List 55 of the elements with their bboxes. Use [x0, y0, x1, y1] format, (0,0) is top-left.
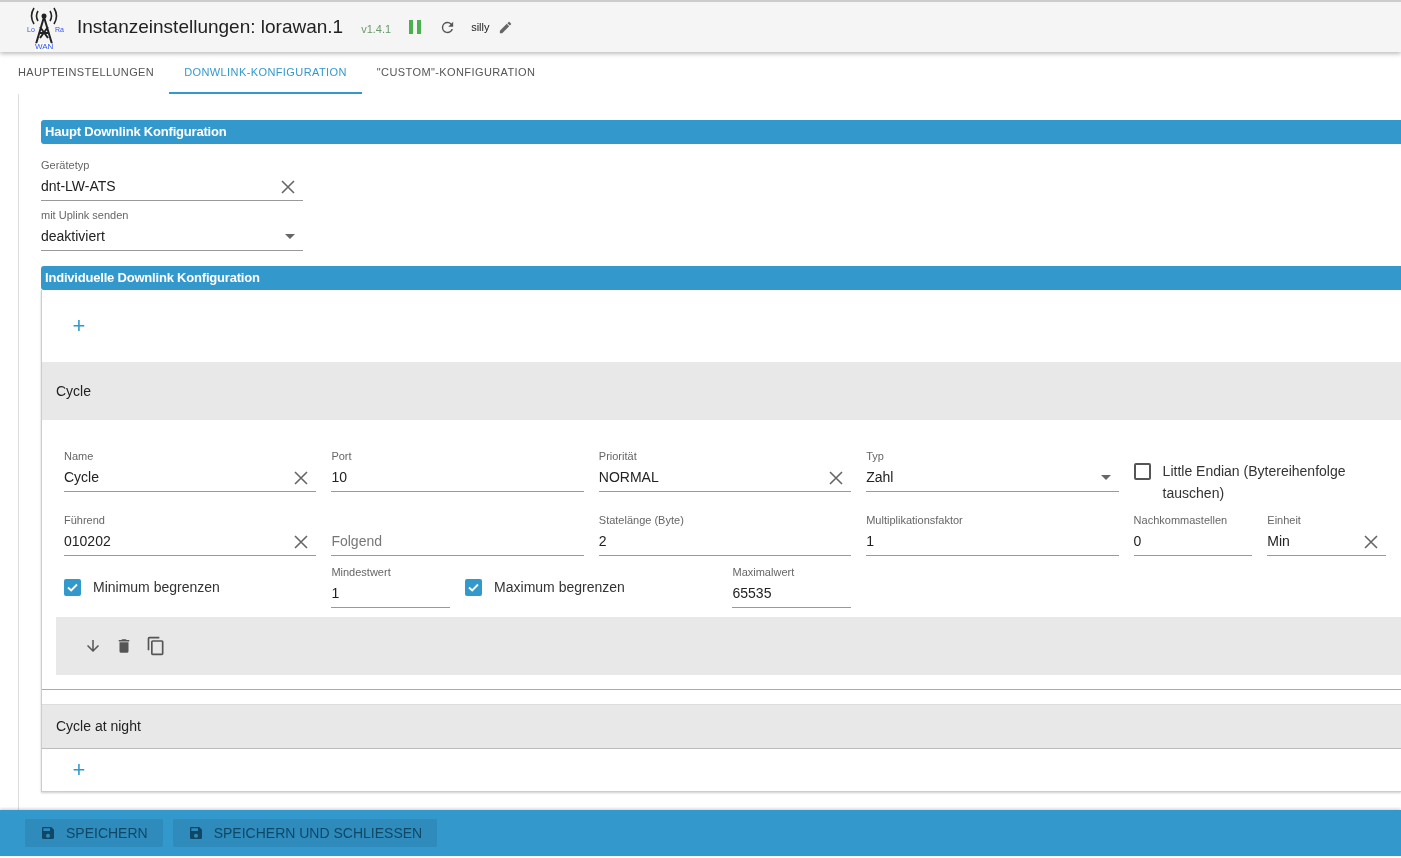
- input-field[interactable]: Cycle: [64, 463, 317, 492]
- input-field[interactable]: dnt-LW-ATS: [41, 172, 303, 201]
- checkbox-label: Maximum begrenzen: [494, 578, 625, 597]
- field-label: Name: [64, 449, 94, 463]
- field-label: Gerätetyp: [41, 158, 90, 172]
- clear-icon[interactable]: [294, 471, 309, 485]
- field-label: Maximalwert: [732, 565, 795, 579]
- tab[interactable]: "CUSTOM"-KONFIGURATION: [361, 52, 551, 94]
- pencil-icon[interactable]: [497, 19, 513, 35]
- field-label: Mindestwert: [331, 565, 391, 579]
- arrow-down-icon[interactable]: [84, 637, 102, 655]
- window-title: Instanzeinstellungen: lorawan.1: [77, 14, 344, 39]
- tab[interactable]: HAUPTEINSTELLUNGEN: [3, 52, 170, 94]
- copy-icon[interactable]: [146, 635, 166, 657]
- input-field[interactable]: NORMAL: [598, 463, 852, 492]
- caret-icon: [285, 234, 295, 239]
- clear-icon[interactable]: [829, 471, 844, 485]
- version-label: v1.4.1: [361, 21, 392, 37]
- select-field[interactable]: deaktiviert: [41, 222, 303, 251]
- field-label: Einheit: [1267, 513, 1301, 527]
- input-field[interactable]: Min: [1267, 527, 1386, 556]
- input-field[interactable]: 10: [331, 463, 584, 492]
- checkbox[interactable]: [465, 579, 483, 596]
- input-field[interactable]: 2: [598, 527, 852, 556]
- clear-icon[interactable]: [281, 180, 295, 194]
- field-label: Nachkommastellen: [1133, 513, 1228, 527]
- input-field[interactable]: Folgend: [331, 527, 584, 556]
- input-field[interactable]: 1: [331, 579, 451, 608]
- caret-icon: [1100, 475, 1111, 480]
- section-header: Individuelle Downlink Konfiguration: [41, 266, 1401, 290]
- checkmark-icon: [467, 581, 481, 594]
- clear-icon[interactable]: [294, 535, 309, 549]
- checkbox-label: Little Endian (Bytereihenfolge tauschen): [1162, 462, 1347, 503]
- input-field[interactable]: 0: [1133, 527, 1253, 556]
- select-field[interactable]: Zahl: [866, 463, 1119, 492]
- field-label: Statelänge (Byte): [598, 513, 684, 527]
- field-label: Port: [331, 449, 352, 463]
- input-field[interactable]: 65535: [732, 579, 852, 608]
- field-label: mit Uplink senden: [41, 208, 129, 222]
- pause-icon[interactable]: [409, 20, 422, 34]
- checkbox[interactable]: [64, 579, 81, 596]
- item-header[interactable]: Cycle at night: [42, 705, 1401, 749]
- section-header: Haupt Downlink Konfiguration: [41, 120, 1401, 144]
- field-label: Führend: [64, 513, 105, 527]
- checkbox-label: Minimum begrenzen: [93, 578, 220, 597]
- field-label: Multiplikationsfaktor: [866, 513, 963, 527]
- checkmark-icon: [66, 581, 79, 594]
- item-header[interactable]: Cycle: [42, 362, 1401, 420]
- input-field[interactable]: 010202: [64, 527, 317, 556]
- field-label: Priorität: [598, 449, 637, 463]
- checkbox[interactable]: [1133, 463, 1151, 480]
- field-label: Typ: [866, 449, 884, 463]
- log-level-label: silly: [471, 19, 490, 35]
- input-field[interactable]: 1: [866, 527, 1119, 556]
- clear-icon[interactable]: [1364, 535, 1378, 549]
